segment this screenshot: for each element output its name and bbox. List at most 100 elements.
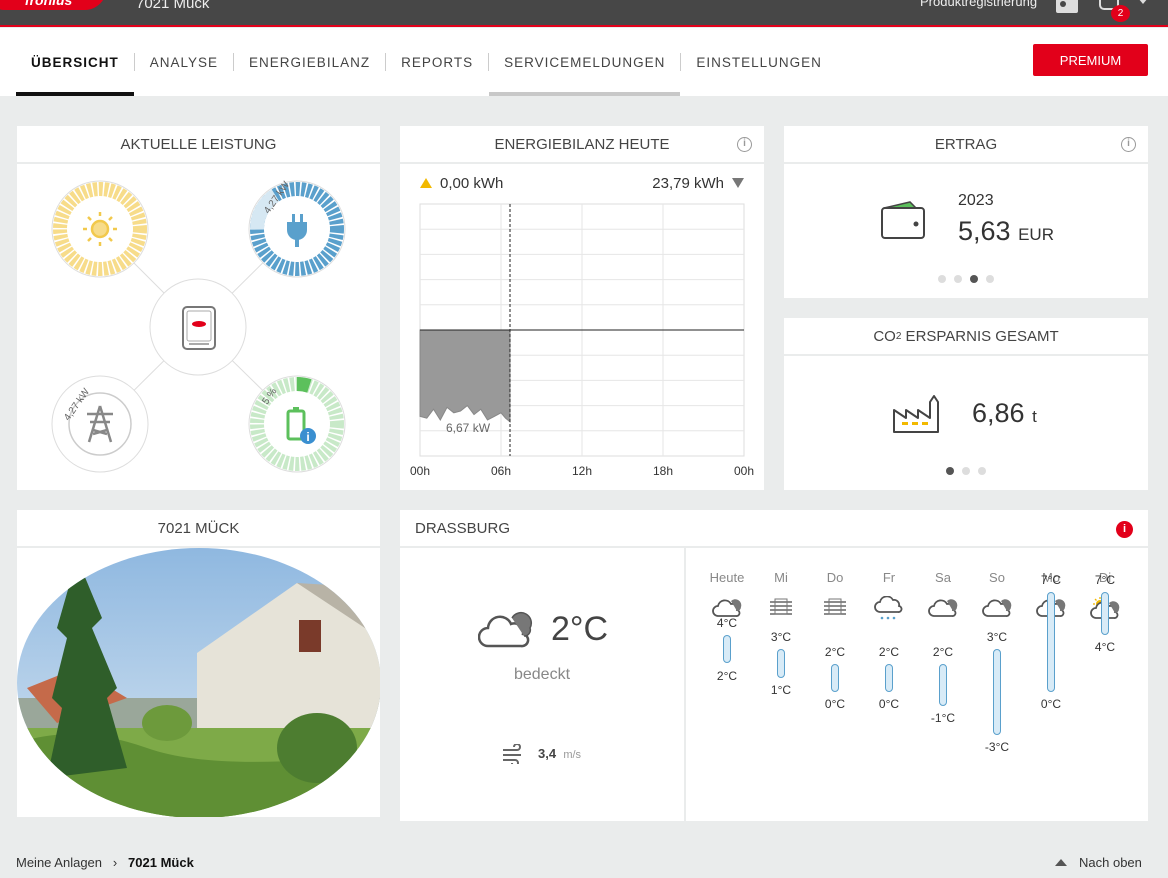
tab-uebersicht[interactable]: ÜBERSICHT	[16, 28, 134, 96]
fronius-logo[interactable]: fronius	[0, 0, 109, 10]
forecast-max-temp: 3°C	[986, 630, 1008, 645]
alert-info-icon[interactable]: i	[1116, 521, 1133, 538]
tab-energiebilanz[interactable]: ENERGIEBILANZ	[234, 28, 385, 96]
carousel-dot[interactable]	[938, 275, 946, 283]
forecast-min-temp: 2°C	[716, 668, 738, 683]
carousel-dots	[946, 467, 986, 475]
produced-value: 0,00 kWh	[440, 175, 504, 192]
inverter-node[interactable]	[149, 278, 247, 376]
wind-value: 3,4	[538, 746, 557, 761]
x-tick-label: 18h	[653, 464, 673, 478]
produced-energy: 0,00 kWh	[420, 175, 503, 192]
tab-einstellungen[interactable]: EINSTELLUNGEN	[681, 28, 837, 96]
power-flow-diagram: 4,27 kW 4,27 kW i 5 %	[51, 179, 346, 473]
forecast-min-temp: 0°C	[824, 697, 846, 712]
forecast-min-temp: 0°C	[878, 697, 900, 712]
notification-badge[interactable]: 2	[1111, 5, 1130, 22]
wind-icon	[503, 744, 521, 764]
forecast-temp-bar	[1047, 592, 1055, 693]
chevron-down-icon[interactable]	[1138, 0, 1148, 4]
forecast-min-temp: 0°C	[1040, 697, 1062, 712]
scroll-top-link[interactable]: Nach oben	[1055, 855, 1142, 870]
energy-balance-card: ENERGIEBILANZ HEUTE i 0,00 kWh 23,79 kWh…	[400, 126, 764, 490]
card-title: DRASSBURG i	[400, 510, 1148, 548]
inverter-icon	[182, 306, 216, 350]
weather-condition: bedeckt	[513, 666, 571, 683]
battery-node[interactable]: i 5 %	[248, 375, 346, 473]
tab-analyse[interactable]: ANALYSE	[135, 28, 233, 96]
consumption-area	[419, 329, 511, 423]
forecast-min-temp: 1°C	[770, 682, 792, 697]
cloud-icon	[928, 596, 958, 622]
product-registration-link[interactable]: Produktregistrierung	[920, 0, 1037, 9]
x-tick-label: 12h	[572, 464, 592, 478]
load-node[interactable]: 4,27 kW	[248, 179, 346, 278]
wind-unit: m/s	[563, 749, 582, 761]
forecast-min-temp: -1°C	[930, 711, 956, 726]
forecast-day-name[interactable]: Fr	[862, 570, 916, 585]
yield-value: 5,63	[958, 216, 1011, 246]
co2-unit: t	[1032, 407, 1037, 426]
forecast-day-name[interactable]: Do	[808, 570, 862, 585]
plant-photo[interactable]	[17, 548, 380, 817]
forecast-temp-bar	[885, 663, 893, 693]
wallet-icon	[881, 201, 925, 239]
carousel-dot[interactable]	[954, 275, 962, 283]
weather-divider	[684, 548, 686, 821]
forecast-day-name[interactable]: Heute	[700, 570, 754, 585]
weather-location: DRASSBURG	[415, 519, 511, 537]
info-icon[interactable]: i	[737, 137, 752, 152]
consumed-energy: 23,79 kWh	[652, 175, 744, 192]
snow-icon	[874, 595, 904, 622]
svg-text:i: i	[306, 430, 309, 444]
forecast-temp-bar	[993, 649, 1001, 735]
tab-servicemeldungen[interactable]: SERVICEMELDUNGEN	[489, 28, 681, 96]
forecast-max-temp: 4°C	[716, 615, 738, 630]
grid-node[interactable]: 4,27 kW	[51, 375, 149, 473]
carousel-dot[interactable]	[978, 467, 986, 475]
card-title: AKTUELLE LEISTUNG	[17, 126, 380, 164]
yield-unit: EUR	[1018, 225, 1054, 244]
premium-button[interactable]: PREMIUM	[1033, 44, 1148, 76]
tab-reports[interactable]: REPORTS	[386, 28, 488, 96]
forecast-min-temp: -3°C	[984, 740, 1010, 754]
forecast-day-name[interactable]: Mi	[754, 570, 808, 585]
carousel-dot[interactable]	[946, 467, 954, 475]
forecast-temp-bar	[939, 663, 947, 707]
forecast-max-temp: 2°C	[824, 644, 846, 659]
card-title-text: ERTRAG	[934, 135, 998, 153]
x-tick-label: 06h	[491, 464, 511, 478]
consumed-value: 23,79 kWh	[652, 175, 724, 192]
id-card-icon[interactable]	[1056, 0, 1078, 13]
forecast-days: Heute 4°C 2°C Mi 3°C 1°C Do 2°C 0°C Fr 2°C 0°C Sa 2°C…	[700, 558, 1140, 818]
carousel-dot[interactable]	[962, 467, 970, 475]
forecast-temp-bar	[1101, 592, 1109, 635]
card-title: ERTRAG i	[784, 126, 1148, 164]
triangle-down-icon	[732, 178, 744, 188]
info-icon[interactable]: i	[1121, 137, 1136, 152]
co2-title-prefix: CO	[873, 327, 896, 345]
carousel-dot[interactable]	[986, 275, 994, 283]
x-tick-label: 00h	[410, 464, 430, 478]
fog-icon	[766, 596, 796, 622]
pv-node[interactable]	[51, 180, 149, 278]
co2-card: CO 2 ERSPARNIS GESAMT 6,86 t	[784, 318, 1148, 490]
breadcrumb-separator: ›	[112, 855, 118, 870]
carousel-dot[interactable]	[970, 275, 978, 283]
factory-icon	[893, 395, 939, 433]
energy-balance-chart[interactable]: 6,67 kW 00h 06h 12h 18h 00h	[400, 200, 764, 490]
forecast-min-temp: 4°C	[1094, 639, 1116, 654]
forecast-day-name[interactable]: So	[970, 570, 1024, 585]
card-title: ENERGIEBILANZ HEUTE i	[400, 126, 764, 164]
co2-amount: 6,86 t	[972, 398, 1037, 429]
top-bar: fronius 7021 Mück Produktregistrierung 2	[0, 0, 1168, 27]
main-nav: ÜBERSICHT ANALYSE ENERGIEBILANZ REPORTS …	[0, 28, 1168, 96]
cloud-icon	[478, 612, 533, 648]
peak-value-label: 6,67 kW	[446, 421, 491, 435]
breadcrumb-root-link[interactable]: Meine Anlagen	[16, 855, 102, 870]
yield-card: ERTRAG i 2023 5,63 EUR	[784, 126, 1148, 298]
forecast-day-name[interactable]: Sa	[916, 570, 970, 585]
yield-year: 2023	[958, 192, 994, 209]
plant-name[interactable]: 7021 Mück	[136, 0, 209, 12]
yield-amount: 5,63 EUR	[958, 216, 1054, 247]
